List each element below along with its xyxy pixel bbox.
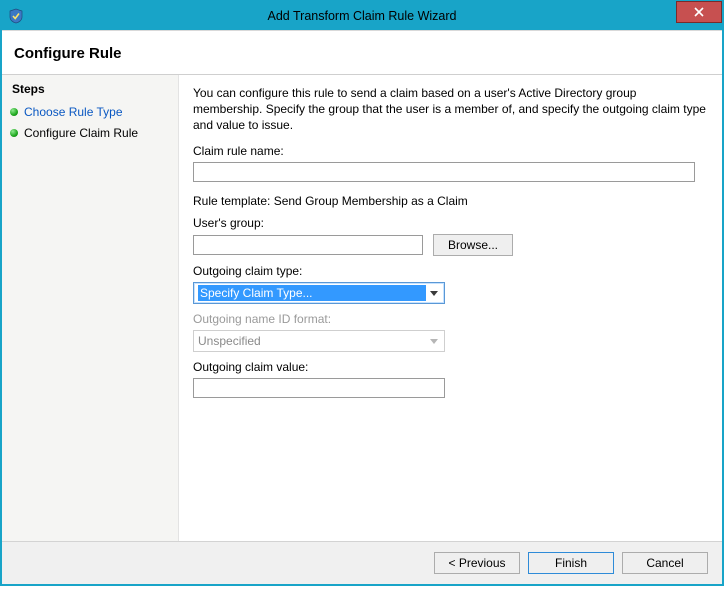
main-panel: You can configure this rule to send a cl…: [179, 75, 722, 541]
step-item-choose-rule-type[interactable]: Choose Rule Type: [2, 102, 178, 123]
outgoing-name-id-format-combobox: Unspecified: [193, 330, 445, 352]
finish-button[interactable]: Finish: [528, 552, 614, 574]
step-bullet-icon: [10, 129, 18, 137]
footer-buttons: < Previous Finish Cancel: [2, 541, 722, 584]
users-group-row: Browse...: [193, 234, 706, 256]
window-title: Add Transform Claim Rule Wizard: [2, 9, 722, 23]
outgoing-claim-type-label: Outgoing claim type:: [193, 264, 706, 278]
chevron-down-icon: [430, 291, 438, 296]
titlebar[interactable]: Add Transform Claim Rule Wizard: [2, 2, 722, 30]
steps-header: Steps: [2, 79, 178, 102]
close-button[interactable]: [676, 1, 722, 23]
outgoing-name-id-format-label: Outgoing name ID format:: [193, 312, 706, 326]
claim-rule-name-label: Claim rule name:: [193, 144, 706, 158]
claim-rule-name-input[interactable]: [193, 162, 695, 182]
step-label: Configure Claim Rule: [24, 126, 138, 140]
steps-sidebar: Steps Choose Rule Type Configure Claim R…: [2, 75, 179, 541]
rule-template-text: Rule template: Send Group Membership as …: [193, 194, 706, 208]
previous-button[interactable]: < Previous: [434, 552, 520, 574]
step-bullet-icon: [10, 108, 18, 116]
page-heading: Configure Rule: [2, 31, 722, 75]
chevron-down-icon: [430, 339, 438, 344]
body: Steps Choose Rule Type Configure Claim R…: [2, 75, 722, 541]
outgoing-name-id-format-value: Unspecified: [198, 333, 426, 349]
browse-button[interactable]: Browse...: [433, 234, 513, 256]
cancel-button[interactable]: Cancel: [622, 552, 708, 574]
client-area: Configure Rule Steps Choose Rule Type Co…: [2, 30, 722, 584]
outgoing-claim-value-input[interactable]: [193, 378, 445, 398]
outgoing-claim-type-combobox[interactable]: Specify Claim Type...: [193, 282, 445, 304]
outgoing-claim-type-value: Specify Claim Type...: [198, 285, 426, 301]
outgoing-claim-value-label: Outgoing claim value:: [193, 360, 706, 374]
users-group-label: User's group:: [193, 216, 706, 230]
step-label: Choose Rule Type: [24, 105, 123, 119]
users-group-input[interactable]: [193, 235, 423, 255]
wizard-window: Add Transform Claim Rule Wizard Configur…: [0, 0, 724, 586]
step-item-configure-claim-rule[interactable]: Configure Claim Rule: [2, 123, 178, 144]
close-icon: [694, 7, 704, 17]
description-text: You can configure this rule to send a cl…: [193, 85, 706, 134]
app-icon: [8, 8, 24, 24]
